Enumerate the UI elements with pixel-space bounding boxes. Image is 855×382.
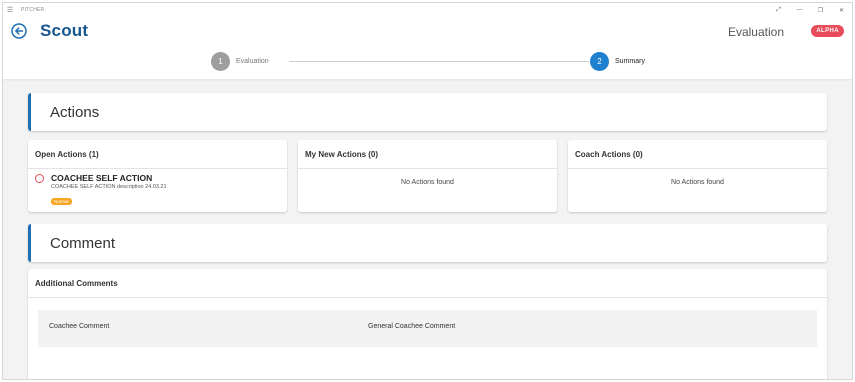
close-icon[interactable]: ✕ [831, 3, 852, 17]
stepper: 1 Evaluation 2 Summary [211, 52, 651, 72]
app-header: Scout Evaluation ALPHA 1 Evaluation 2 Su… [3, 17, 852, 79]
step-evaluation[interactable]: 1 Evaluation [211, 52, 269, 71]
step-label: Summary [615, 58, 645, 65]
open-circle-icon[interactable] [35, 174, 44, 183]
comment-value: General Coachee Comment [368, 323, 456, 330]
empty-message: No Actions found [671, 179, 724, 186]
step-label: Evaluation [236, 58, 269, 65]
back-arrow-icon[interactable] [11, 23, 27, 39]
comment-label: Coachee Comment [49, 323, 110, 330]
minimize-icon[interactable]: — [789, 3, 810, 17]
comment-row: Coachee Comment General Coachee Comment [38, 310, 817, 347]
step-number: 1 [211, 52, 230, 71]
stepper-connector [289, 61, 589, 62]
panel-title: Coach Actions (0) [568, 140, 827, 169]
panel-title: Open Actions (1) [28, 140, 287, 169]
window-title: PITCHER [21, 7, 45, 13]
my-new-actions-panel: My New Actions (0) No Actions found [298, 140, 557, 212]
alpha-badge: ALPHA [811, 25, 844, 37]
section-title: Comment [50, 234, 116, 252]
window-controls: ⤢ — ❐ ✕ [768, 3, 852, 17]
main-content: Actions Open Actions (1) COACHEE SELF AC… [3, 79, 852, 379]
panel-title: My New Actions (0) [298, 140, 557, 169]
page-title: Evaluation [727, 25, 784, 39]
expand-icon[interactable]: ⤢ [768, 3, 789, 17]
empty-message: No Actions found [401, 179, 454, 186]
restore-icon[interactable]: ❐ [810, 3, 831, 17]
step-summary[interactable]: 2 Summary [590, 52, 645, 71]
open-actions-panel: Open Actions (1) COACHEE SELF ACTION COA… [28, 140, 287, 212]
action-title: COACHEE SELF ACTION [51, 173, 153, 183]
priority-tag: Normal [51, 198, 72, 205]
step-number: 2 [590, 52, 609, 71]
actions-section-header: Actions [28, 93, 827, 131]
panel-title: Additional Comments [28, 269, 827, 298]
action-description: COACHEE SELF ACTION description 24.03.21 [51, 184, 167, 190]
comment-section-header: Comment [28, 224, 827, 262]
app-window: ☰ PITCHER ⤢ — ❐ ✕ Scout Evaluation ALPHA… [2, 2, 853, 380]
hamburger-icon[interactable]: ☰ [3, 3, 17, 17]
window-titlebar: ☰ PITCHER ⤢ — ❐ ✕ [3, 3, 852, 17]
action-item[interactable]: COACHEE SELF ACTION COACHEE SELF ACTION … [28, 169, 287, 208]
coach-actions-panel: Coach Actions (0) No Actions found [568, 140, 827, 212]
app-logo: Scout [40, 21, 89, 40]
additional-comments-panel: Additional Comments Coachee Comment Gene… [28, 269, 827, 379]
section-title: Actions [50, 103, 100, 121]
